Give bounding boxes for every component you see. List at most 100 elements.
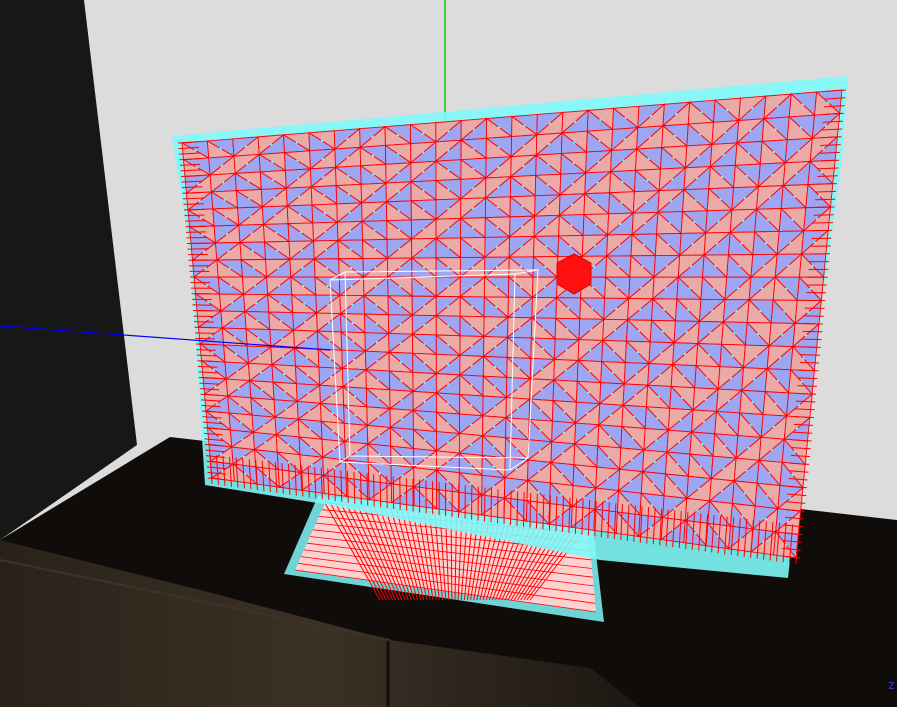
hatch-line (801, 346, 821, 348)
vertex-normal (260, 389, 263, 392)
vertex-normal (472, 187, 475, 190)
vertex-normal (204, 267, 207, 270)
vertex-normal (495, 286, 498, 289)
vertex-normal (660, 352, 663, 355)
vertex-normal (375, 322, 378, 325)
vertex-normal (628, 501, 631, 504)
vertex-normal (717, 220, 720, 223)
vertex-normal (356, 487, 359, 490)
vertex-normal (537, 490, 540, 493)
vertex-normal (588, 370, 591, 373)
vertex-normal (278, 284, 281, 287)
vertex-normal (811, 264, 814, 267)
vertex-normal (722, 153, 725, 156)
vertex-normal (749, 129, 752, 132)
vertex-normal (265, 458, 268, 461)
vertex-normal (789, 241, 792, 244)
vertex-normal (217, 419, 220, 422)
vertex-normal (722, 467, 725, 470)
vertex-normal (447, 227, 450, 230)
vertex-normal (699, 465, 702, 468)
vertex-normal (700, 111, 703, 114)
vertex-normal (446, 499, 449, 502)
vertex-normal (827, 101, 830, 104)
vertex-normal (201, 233, 204, 236)
vertex-normal (469, 502, 472, 505)
vertex-normal (661, 330, 664, 333)
vertex-normal (655, 439, 658, 442)
vertex-normal (685, 331, 688, 334)
vertex-normal (307, 392, 310, 395)
vertex-normal (496, 246, 499, 249)
vertex-normal (399, 361, 403, 364)
vertex-normal (745, 174, 749, 177)
vertex-normal (744, 197, 747, 200)
vertex-normal (615, 307, 618, 311)
vertex-normal (375, 304, 378, 307)
vertex-normal (301, 267, 304, 270)
vertex-normal (704, 398, 707, 401)
vertex-normal (275, 231, 278, 234)
vertex-normal (594, 223, 597, 226)
vertex-normal (724, 131, 727, 134)
vertex-normal (423, 439, 427, 442)
vertex-normal (784, 543, 788, 546)
vertex-normal (309, 446, 313, 449)
vertex-normal (348, 229, 352, 233)
vertex-normal (377, 434, 381, 437)
vertex-normal (616, 286, 619, 289)
vertex-normal (645, 200, 648, 204)
vertex-normal (617, 265, 620, 268)
vertex-normal (684, 353, 687, 356)
vertex-normal (471, 246, 474, 249)
vertex-normal (350, 266, 353, 269)
vertex-normal (212, 368, 216, 371)
vertex-normal (325, 266, 328, 270)
vertex-normal (286, 425, 289, 429)
vertex-normal (738, 264, 741, 267)
vertex-normal (546, 204, 549, 207)
vertex-normal (471, 305, 474, 308)
vertex-normal (447, 208, 450, 211)
vertex-normal (495, 266, 498, 269)
vertex-normal (719, 198, 722, 201)
vertex-normal (281, 337, 284, 340)
vertex-normal (270, 143, 273, 146)
vertex-normal (749, 424, 752, 427)
vertex-normal (634, 394, 637, 397)
vertex-normal (493, 385, 496, 388)
vertex-normal (542, 327, 545, 330)
vertex-normal (447, 266, 450, 269)
vertex-normal (424, 477, 427, 480)
hatch-line (194, 326, 214, 329)
vertex-normal (659, 373, 662, 377)
vertex-normal (665, 265, 669, 268)
vertex-normal (397, 153, 400, 156)
vertex-normal (472, 128, 475, 131)
vertex-normal (664, 286, 667, 290)
vertex-normal (591, 307, 594, 310)
3d-viewport[interactable] (0, 0, 897, 707)
vertex-normal (791, 473, 794, 477)
vertex-normal (688, 287, 691, 290)
vertex-normal (538, 470, 541, 473)
vertex-normal (446, 480, 449, 483)
vertex-normal (241, 438, 244, 441)
vertex-normal (375, 341, 379, 344)
vertex-normal (691, 243, 694, 246)
vertex-normal (801, 103, 805, 106)
hatch-line (800, 354, 820, 356)
vertex-normal (774, 402, 777, 405)
vertex-normal (247, 180, 250, 183)
corner-axis-label: z (887, 678, 895, 692)
vertex-normal (304, 338, 307, 341)
vertex-normal (422, 247, 425, 250)
vertex-normal (235, 353, 238, 356)
vertex-normal (709, 331, 712, 334)
vertex-normal (572, 162, 575, 165)
vertex-normal (563, 410, 566, 413)
vertex-normal (325, 248, 328, 251)
vertex-normal (543, 286, 546, 289)
vertex-normal (355, 450, 358, 454)
vertex-normal (224, 215, 227, 219)
